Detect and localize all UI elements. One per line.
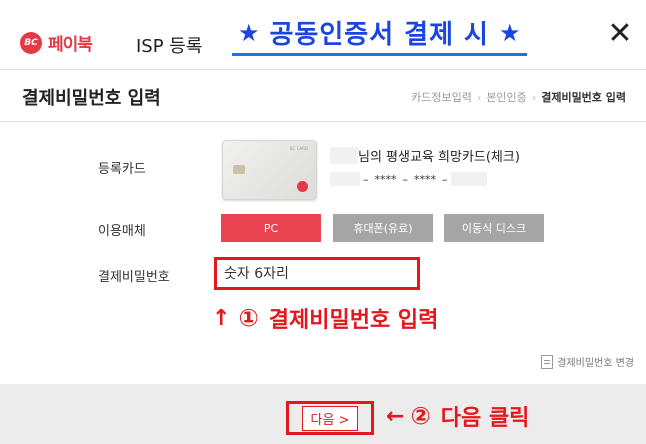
star-icon: ★ (498, 18, 521, 47)
chevron-right-icon: › (476, 90, 482, 104)
page-title: ISP 등록 (136, 36, 203, 57)
subheader: 결제비밀번호 입력 카드정보입력 › 본인인증 › 결제비밀번호 입력 (0, 70, 646, 122)
chevron-right-icon: › (531, 90, 537, 104)
breadcrumb-step-card-info: 카드정보입력 (411, 91, 472, 104)
breadcrumb-step-verification: 본인인증 (486, 91, 527, 104)
card-image: BC CARD (222, 140, 317, 200)
card-brand: BC CARD (289, 146, 308, 151)
card-label: 등록카드 (98, 162, 146, 177)
section-title: 결제비밀번호 입력 (22, 88, 161, 109)
arrow-left-icon: ← (386, 403, 405, 429)
masked-digits-3: **** (414, 172, 436, 186)
masked-digits-4 (450, 172, 487, 186)
annotation-banner: ★ 공동인증서 결제 시 ★ (232, 12, 527, 56)
change-password-label: 결제비밀번호 변경 (557, 358, 634, 369)
breadcrumb-step-password: 결제비밀번호 입력 (541, 91, 626, 104)
step-2-number: ② (410, 402, 431, 430)
step-2-text: 다음 클릭 (440, 406, 530, 431)
header: BC 페이북 ISP 등록 ★ 공동인증서 결제 시 ★ ✕ (0, 0, 646, 70)
masked-digits (330, 172, 360, 186)
change-password-link[interactable]: 결제비밀번호 변경 (541, 354, 634, 369)
card-name: 님의 평생교육 희망카드(체크) (330, 146, 520, 165)
document-icon (541, 354, 554, 369)
next-button-label: 다음 > (301, 405, 359, 431)
banner-text: 공동인증서 결제 시 (269, 20, 489, 50)
media-option-removable-disk[interactable]: 이동식 디스크 (444, 214, 544, 242)
logo-text: 페이북 (48, 35, 93, 55)
paybooc-logo: BC 페이북 (20, 30, 93, 55)
password-label: 결제비밀번호 (98, 270, 170, 285)
media-option-mobile[interactable]: 휴대폰(유료) (333, 214, 433, 242)
card-name-text: 님의 평생교육 희망카드(체크) (358, 150, 520, 165)
star-icon: ★ (238, 18, 260, 47)
masked-digits-2: **** (374, 172, 397, 186)
step-1-text: 결제비밀번호 입력 (268, 308, 439, 333)
media-option-pc[interactable]: PC (221, 214, 321, 242)
masked-owner-name (330, 147, 358, 164)
payment-password-input[interactable] (214, 257, 420, 290)
arrow-up-icon: ↑ (212, 305, 231, 331)
close-icon[interactable]: ✕ (606, 19, 634, 49)
annotation-step-1: ↑ ① 결제비밀번호 입력 (212, 302, 438, 334)
bc-logo-icon: BC (20, 31, 42, 54)
next-button[interactable]: 다음 > (286, 401, 374, 435)
card-chip (233, 165, 245, 174)
card-logo-mark (297, 181, 308, 192)
breadcrumb: 카드정보입력 › 본인인증 › 결제비밀번호 입력 (411, 89, 626, 105)
media-label: 이용매체 (98, 224, 146, 239)
step-1-number: ① (238, 304, 259, 332)
annotation-step-2: ← ② 다음 클릭 (386, 400, 529, 432)
card-number: – **** – **** – (330, 172, 487, 186)
